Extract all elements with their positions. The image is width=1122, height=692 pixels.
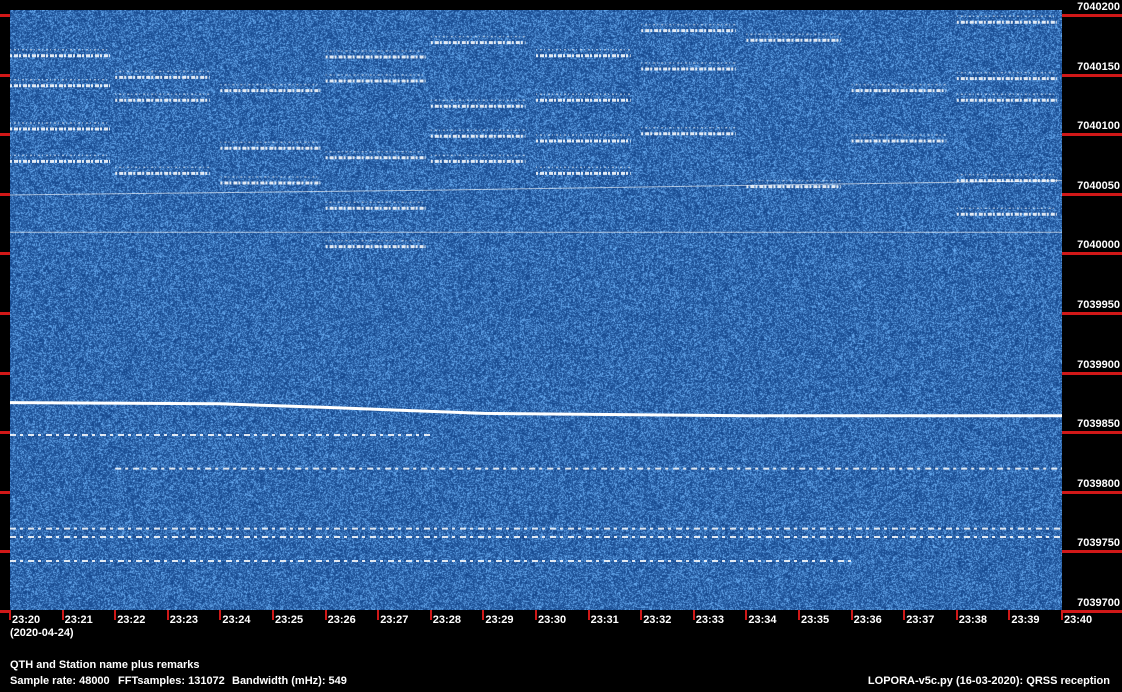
x-tick-label: 23:27 — [380, 614, 409, 626]
y-tick-right — [1062, 133, 1122, 137]
x-tick — [640, 610, 643, 620]
y-tick-label: 7040200 — [1077, 1, 1120, 13]
x-tick-label: 23:20 — [12, 614, 41, 626]
signal-layer — [10, 15, 1062, 562]
x-tick-label: 23:38 — [958, 614, 987, 626]
x-tick-label: 23:26 — [327, 614, 356, 626]
program-text: LOPORA-v5c.py (16-03-2020): QRSS recepti… — [867, 675, 1110, 687]
x-tick-label: 23:32 — [643, 614, 672, 626]
y-tick-label: 7039700 — [1077, 597, 1120, 609]
trace-drift-line — [10, 180, 1062, 196]
x-tick — [324, 610, 327, 620]
y-tick-label: 7040150 — [1077, 60, 1120, 73]
x-tick-label: 23:21 — [64, 614, 93, 626]
y-tick-label: 7040000 — [1077, 239, 1120, 252]
y-tick-right — [1062, 14, 1122, 17]
spectrogram-plot — [10, 10, 1062, 610]
y-tick-right — [1062, 252, 1122, 256]
x-tick-label: 23:28 — [432, 614, 461, 626]
x-tick — [850, 610, 853, 620]
x-tick — [745, 610, 748, 620]
x-tick — [798, 610, 800, 620]
x-tick — [482, 610, 485, 620]
x-tick-label: 23:24 — [222, 614, 251, 626]
y-tick-left — [0, 133, 10, 137]
x-tick — [903, 610, 906, 620]
x-tick-label: 23:25 — [275, 614, 304, 626]
x-tick — [166, 610, 169, 620]
x-tick — [61, 610, 64, 620]
x-tick — [587, 610, 590, 620]
y-tick-right — [1062, 490, 1122, 494]
x-tick — [9, 610, 11, 620]
x-tick-label: 23:22 — [117, 614, 146, 626]
x-tick — [377, 610, 380, 620]
y-tick-label: 7040050 — [1077, 179, 1120, 192]
date-label: (2020-04-24) — [10, 627, 74, 639]
y-tick-right — [1062, 192, 1122, 196]
x-tick-label: 23:36 — [853, 614, 882, 626]
y-tick-right — [1062, 431, 1122, 435]
remarks-text: QTH and Station name plus remarks — [10, 659, 200, 671]
x-tick-label: 23:37 — [906, 614, 935, 626]
y-tick-left — [0, 431, 10, 435]
y-tick-right — [1062, 550, 1122, 554]
y-tick-left — [0, 14, 10, 17]
trace-carrier — [10, 401, 1062, 418]
y-tick-left — [0, 192, 10, 196]
y-tick-left — [0, 312, 10, 315]
y-tick-left — [0, 73, 10, 77]
y-tick-label: 7039750 — [1077, 537, 1120, 550]
x-tick — [219, 610, 222, 620]
x-tick — [1061, 610, 1063, 620]
x-tick-label: 23:40 — [1064, 614, 1093, 626]
y-tick-right — [1062, 610, 1122, 613]
y-tick-label: 7039900 — [1077, 358, 1120, 371]
y-tick-left — [0, 550, 10, 554]
x-tick-label: 23:39 — [1011, 614, 1040, 626]
bandwidth-text: Bandwidth (mHz): 549 — [232, 675, 347, 687]
fft-samples-text: FFTsamples: 131072 — [118, 675, 225, 687]
y-tick-left — [0, 490, 10, 494]
x-tick-label: 23:34 — [748, 614, 777, 626]
x-tick — [114, 610, 117, 620]
x-tick — [429, 610, 432, 620]
x-tick-label: 23:30 — [538, 614, 567, 626]
y-tick-left — [0, 371, 10, 375]
y-tick-label: 7039850 — [1077, 418, 1120, 431]
y-tick-right — [1062, 371, 1122, 375]
x-tick — [1008, 610, 1011, 620]
x-tick-label: 23:31 — [590, 614, 619, 626]
x-tick — [535, 610, 537, 620]
y-tick-left — [0, 252, 10, 256]
x-tick-label: 23:23 — [169, 614, 198, 626]
sample-rate-text: Sample rate: 48000 — [10, 675, 110, 687]
y-tick-right — [1062, 312, 1122, 315]
x-tick — [955, 610, 958, 620]
x-tick — [272, 610, 274, 620]
y-tick-label: 7039800 — [1077, 477, 1120, 490]
x-tick-label: 23:33 — [695, 614, 724, 626]
y-tick-label: 7039950 — [1077, 299, 1120, 311]
y-tick-right — [1062, 73, 1122, 77]
x-tick-label: 23:29 — [485, 614, 514, 626]
x-tick — [692, 610, 695, 620]
y-tick-label: 7040100 — [1077, 120, 1120, 133]
x-tick-label: 23:35 — [801, 614, 830, 626]
